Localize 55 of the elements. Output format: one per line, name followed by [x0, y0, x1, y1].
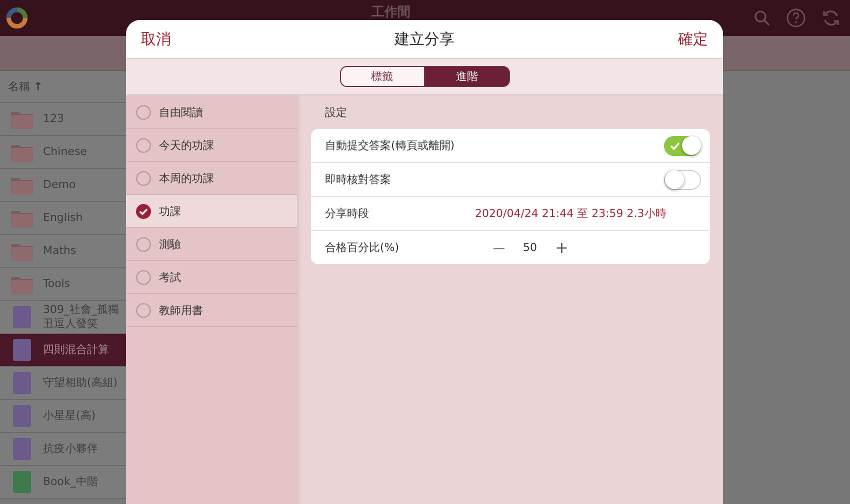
decrease-button[interactable]: —: [493, 240, 505, 254]
file-name: English: [43, 211, 83, 225]
refresh-icon[interactable]: [822, 9, 840, 27]
file-name: Demo: [43, 178, 76, 192]
file-name: 309_社會_孤獨: [43, 303, 119, 317]
setting-label: 分享時段: [325, 206, 370, 221]
app-title: 工作間: [370, 4, 412, 21]
folder-icon: [11, 176, 33, 194]
category-item[interactable]: 今天的功課: [126, 129, 297, 162]
stepper-value: 50: [523, 241, 537, 254]
file-name: 123: [43, 112, 64, 126]
file-row[interactable]: 四則混合計算: [0, 334, 126, 367]
file-name: 守望相助(高組): [43, 376, 118, 390]
category-item[interactable]: 考試: [126, 261, 297, 294]
setting-label: 即時核對答案: [325, 172, 392, 187]
period-value[interactable]: 2020/04/24 21:44 至 23:59 2.3小時: [475, 206, 666, 221]
file-name: 小星星(高): [43, 409, 96, 423]
toggle-switch[interactable]: [664, 136, 701, 156]
category-item[interactable]: 功課: [126, 195, 297, 228]
category-label: 功課: [159, 204, 181, 218]
search-icon[interactable]: [754, 10, 770, 26]
file-name: Chinese: [43, 145, 87, 159]
category-item[interactable]: 教師用書: [126, 294, 297, 327]
confirm-button[interactable]: 確定: [678, 30, 708, 48]
file-name: 四則混合計算: [43, 343, 109, 357]
category-label: 今天的功課: [159, 138, 214, 152]
category-item[interactable]: 測驗: [126, 228, 297, 261]
dialog-title: 建立分享: [394, 30, 454, 48]
category-label: 教師用書: [159, 302, 203, 318]
segment-tab[interactable]: 標籤: [340, 66, 424, 87]
folder-icon: [11, 274, 33, 294]
segment-tab[interactable]: 進階: [424, 66, 510, 87]
logo-icon: [6, 7, 28, 29]
setting-label: 合格百分比(%): [325, 240, 400, 255]
folder-icon: [11, 142, 33, 162]
file-name: Maths: [43, 244, 76, 258]
folder-icon: [11, 208, 33, 228]
category-label: 測驗: [159, 236, 181, 252]
toggle-switch[interactable]: [664, 170, 701, 190]
file-name: Book_中階: [43, 475, 98, 489]
cancel-button[interactable]: 取消: [141, 30, 171, 48]
folder-icon: [11, 110, 33, 128]
setting-label: 自動提交答案(轉頁或離開): [325, 138, 456, 153]
file-name: Tools: [43, 277, 70, 291]
category-label: 考試: [159, 270, 181, 284]
file-name: 丑逗人發笑: [43, 317, 99, 331]
file-name: 抗疫小夥伴: [43, 442, 98, 456]
increase-button[interactable]: +: [555, 238, 568, 257]
category-label: 本周的功課: [159, 170, 214, 186]
folder-icon: [11, 242, 33, 260]
category-label: 自由閱讀: [159, 104, 203, 120]
check-icon: [670, 142, 680, 150]
category-item[interactable]: 自由閱讀: [126, 96, 297, 129]
help-icon[interactable]: [786, 8, 806, 28]
section-heading: 設定: [324, 105, 348, 121]
